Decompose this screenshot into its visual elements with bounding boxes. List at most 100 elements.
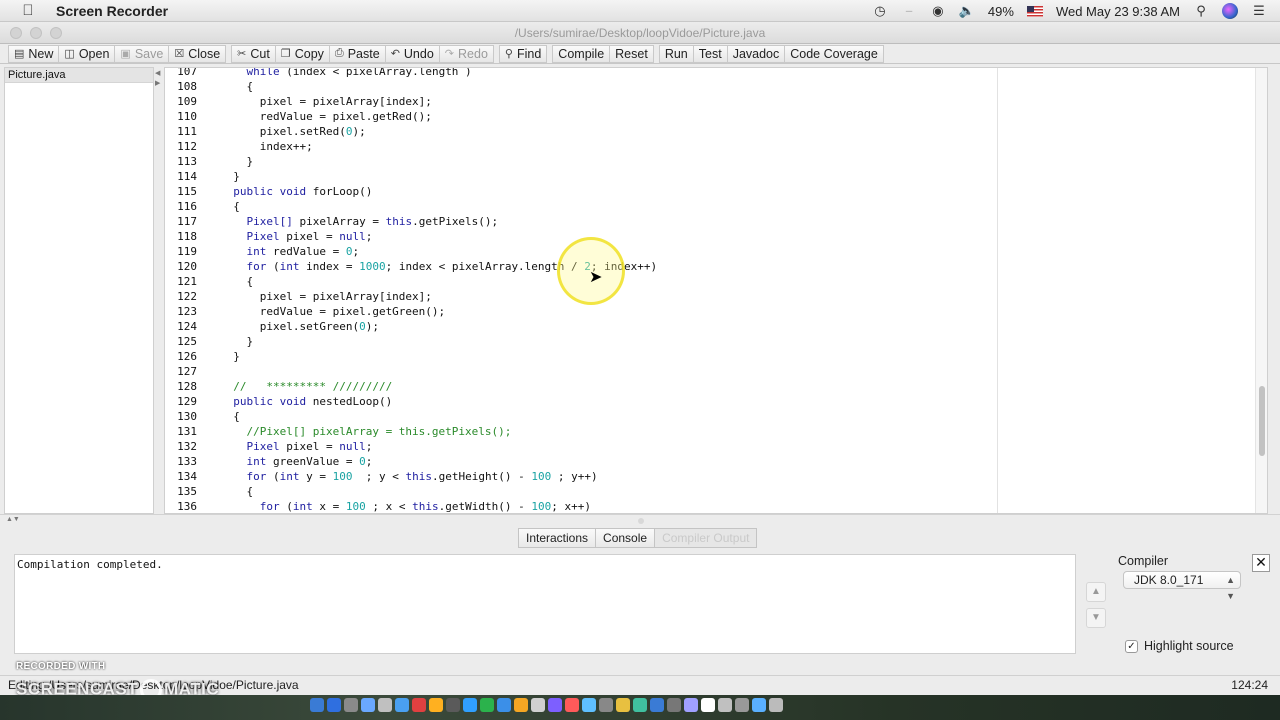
dock-app-icon[interactable] [701, 698, 715, 712]
clock[interactable]: Wed May 23 9:38 AM [1056, 4, 1180, 19]
dock-app-icon[interactable] [378, 698, 392, 712]
dock-app-icon[interactable] [395, 698, 409, 712]
tab-interactions[interactable]: Interactions [518, 528, 596, 548]
line-text[interactable]: pixel.setRed(0); [220, 124, 366, 139]
line-text[interactable]: for (int x = 100 ; x < this.getWidth() -… [220, 499, 591, 513]
dock-app-icon[interactable] [463, 698, 477, 712]
dock-app-icon[interactable] [548, 698, 562, 712]
dock-app-icon[interactable] [446, 698, 460, 712]
new-button[interactable]: ▤ New [8, 44, 59, 63]
siri-icon[interactable] [1222, 3, 1238, 19]
paste-button[interactable]: ⎙ Paste [328, 44, 385, 63]
battery-percent[interactable]: 49% [988, 4, 1014, 19]
dock-app-icon[interactable] [735, 698, 749, 712]
dock-app-icon[interactable] [752, 698, 766, 712]
compile-button[interactable]: Compile [552, 44, 610, 63]
highlight-source-option[interactable]: ✓ Highlight source [1125, 639, 1234, 653]
wifi-icon[interactable]: ◉ [930, 3, 946, 19]
scrollbar-thumb[interactable] [1259, 386, 1265, 456]
line-text[interactable]: pixel.setGreen(0); [220, 319, 379, 334]
apple-icon[interactable]:  [0, 2, 56, 19]
collapse-up-down-icon[interactable]: ▲▼ [6, 516, 20, 523]
line-text[interactable]: pixel = pixelArray[index]; [220, 289, 432, 304]
vertical-splitter[interactable]: ◀ ▶ [154, 67, 164, 514]
input-source-flag-icon[interactable] [1026, 5, 1043, 17]
volume-icon[interactable]: 🔈 [959, 3, 975, 19]
tab-console[interactable]: Console [595, 528, 655, 548]
close-button[interactable]: ☒ Close [168, 44, 227, 63]
line-text[interactable]: } [220, 169, 240, 184]
line-text[interactable]: } [220, 349, 240, 364]
copy-button[interactable]: ❐ Copy [274, 44, 329, 63]
open-button[interactable]: ◫ Open [58, 44, 115, 63]
app-name[interactable]: Screen Recorder [56, 3, 168, 19]
dock-app-icon[interactable] [412, 698, 426, 712]
dock-app-icon[interactable] [429, 698, 443, 712]
line-text[interactable]: redValue = pixel.getGreen(); [220, 304, 445, 319]
run-button[interactable]: Run [658, 44, 693, 63]
notification-center-icon[interactable]: ☰ [1251, 3, 1267, 19]
collapse-right-icon[interactable]: ▶ [155, 79, 160, 87]
dock-app-icon[interactable] [497, 698, 511, 712]
collapse-left-icon[interactable]: ◀ [155, 69, 160, 77]
dock-app-icon[interactable] [310, 698, 324, 712]
line-text[interactable]: int greenValue = 0; [220, 454, 373, 469]
dock-app-icon[interactable] [616, 698, 630, 712]
reset-button[interactable]: Reset [609, 44, 654, 63]
dock-app-icon[interactable] [480, 698, 494, 712]
line-text[interactable]: pixel = pixelArray[index]; [220, 94, 432, 109]
line-text[interactable]: Pixel[] pixelArray = this.getPixels(); [220, 214, 499, 229]
line-text[interactable]: while (index < pixelArray.length ) [220, 68, 472, 79]
javadoc-button[interactable]: Javadoc [726, 44, 785, 63]
cut-button[interactable]: ✂ Cut [231, 44, 275, 63]
line-text[interactable]: { [220, 79, 253, 94]
code-coverage-button[interactable]: Code Coverage [784, 44, 884, 63]
test-button[interactable]: Test [692, 44, 727, 63]
dock-app-icon[interactable] [582, 698, 596, 712]
dock-app-icon[interactable] [514, 698, 528, 712]
line-text[interactable]: redValue = pixel.getRed(); [220, 109, 432, 124]
line-text[interactable]: int redValue = 0; [220, 244, 360, 259]
compiler-select[interactable]: JDK 8.0_171 ▲ ▼ [1123, 571, 1241, 601]
line-text[interactable]: public void forLoop() [220, 184, 372, 199]
close-pane-button[interactable]: ✕ [1252, 554, 1270, 572]
compiler-output-area[interactable]: Compilation completed. [14, 554, 1076, 654]
time-machine-icon[interactable]: ◷ [872, 3, 888, 19]
tab-compiler-output[interactable]: Compiler Output [654, 528, 758, 548]
dock-app-icon[interactable] [327, 698, 341, 712]
line-text[interactable]: { [220, 274, 253, 289]
highlight-source-checkbox[interactable]: ✓ [1125, 639, 1138, 653]
dock-app-icon[interactable] [344, 698, 358, 712]
dock-app-icon[interactable] [565, 698, 579, 712]
editor-vertical-scrollbar[interactable] [1255, 68, 1267, 513]
horizontal-splitter[interactable]: ▲▼ [0, 514, 1280, 528]
line-text[interactable]: // ********* ///////// [220, 379, 392, 394]
dock-app-icon[interactable] [633, 698, 647, 712]
next-error-button[interactable]: ▼ [1086, 608, 1106, 628]
line-text[interactable]: { [220, 484, 253, 499]
line-text[interactable]: } [220, 334, 253, 349]
dock-app-icon[interactable] [361, 698, 375, 712]
spotlight-search-icon[interactable]: ⚲ [1193, 3, 1209, 19]
splitter-grip[interactable] [638, 518, 644, 524]
line-text[interactable]: } [220, 154, 253, 169]
previous-error-button[interactable]: ▲ [1086, 582, 1106, 602]
dock-app-icon[interactable] [769, 698, 783, 712]
dock-app-icon[interactable] [531, 698, 545, 712]
line-text[interactable]: public void nestedLoop() [220, 394, 392, 409]
line-text[interactable]: { [220, 199, 240, 214]
line-text[interactable]: { [220, 409, 240, 424]
save-button[interactable]: ▣ Save [114, 44, 169, 63]
line-text[interactable]: Pixel pixel = null; [220, 229, 373, 244]
bluetooth-icon[interactable] [901, 3, 917, 19]
dock-app-icon[interactable] [667, 698, 681, 712]
redo-button[interactable]: ↷ Redo [438, 44, 494, 63]
dock-app-icon[interactable] [684, 698, 698, 712]
find-button[interactable]: ⚲ Find [498, 44, 548, 63]
code-editor[interactable]: 107 while (index < pixelArray.length ) 10… [164, 67, 1268, 514]
dock-app-icon[interactable] [718, 698, 732, 712]
line-text[interactable]: //Pixel[] pixelArray = this.getPixels(); [220, 424, 511, 439]
file-item-picture-java[interactable]: Picture.java [5, 68, 153, 83]
line-text[interactable]: for (int y = 100 ; y < this.getHeight() … [220, 469, 598, 484]
undo-button[interactable]: ↶ Undo [384, 44, 439, 63]
